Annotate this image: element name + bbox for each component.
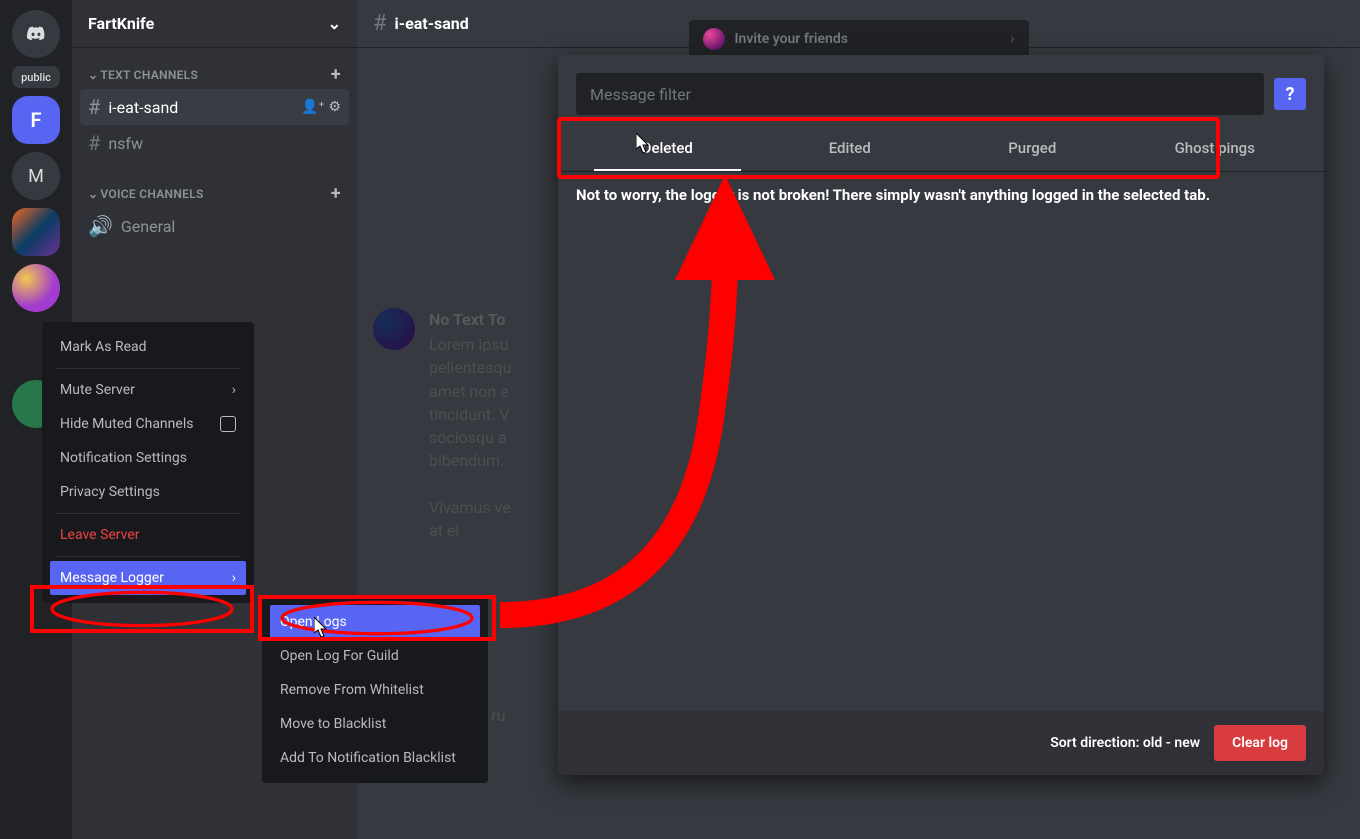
caret-down-icon: ⌄ <box>88 68 98 82</box>
logger-tabs: Deleted Edited Purged Ghost pings <box>558 129 1324 172</box>
ctx-mark-as-read[interactable]: Mark As Read <box>50 330 246 364</box>
add-voice-channel-button[interactable]: + <box>331 183 341 204</box>
server-context-menu: Mark As Read Mute Server› Hide Muted Cha… <box>42 322 254 603</box>
caret-down-icon: ⌄ <box>88 187 98 201</box>
sub-open-log-guild[interactable]: Open Log For Guild <box>270 639 480 673</box>
hash-icon: # <box>373 11 387 36</box>
sub-add-notification-blacklist[interactable]: Add To Notification Blacklist <box>270 741 480 775</box>
tab-deleted[interactable]: Deleted <box>576 129 759 171</box>
invite-icon[interactable]: 👤⁺ <box>301 99 324 115</box>
hash-icon: # <box>88 131 100 155</box>
text-channels-header[interactable]: ⌄ TEXT CHANNELS + <box>80 60 349 89</box>
tab-edited[interactable]: Edited <box>759 129 942 171</box>
chevron-right-icon: › <box>1010 31 1014 47</box>
channel-title: i-eat-sand <box>395 14 469 33</box>
server-m[interactable]: M <box>12 152 60 200</box>
ctx-mute-server[interactable]: Mute Server› <box>50 373 246 407</box>
hash-icon: # <box>88 95 100 119</box>
voice-channels-header[interactable]: ⌄ VOICE CHANNELS + <box>80 179 349 208</box>
add-text-channel-button[interactable]: + <box>331 64 341 85</box>
server-fartknife[interactable]: F <box>12 96 60 144</box>
discord-home-button[interactable] <box>12 10 60 58</box>
message-logger-modal: ? Deleted Edited Purged Ghost pings Not … <box>558 55 1324 775</box>
sort-direction-label[interactable]: Sort direction: old - new <box>1050 735 1200 751</box>
sub-open-logs[interactable]: Open Logs <box>270 605 480 639</box>
chevron-right-icon: › <box>232 382 236 398</box>
tab-ghost-pings[interactable]: Ghost pings <box>1124 129 1307 171</box>
checkbox-icon <box>220 416 236 432</box>
speaker-icon: 🔊 <box>88 214 113 238</box>
ctx-notification-settings[interactable]: Notification Settings <box>50 441 246 475</box>
public-badge[interactable]: public <box>12 66 60 88</box>
clear-log-button[interactable]: Clear log <box>1214 725 1306 761</box>
channel-nsfw[interactable]: # nsfw <box>80 125 349 161</box>
server-header[interactable]: FartKnife ⌄ <box>72 0 357 48</box>
discord-icon <box>26 24 46 44</box>
avatar[interactable] <box>373 308 415 350</box>
empty-log-message: Not to worry, the logger is not broken! … <box>576 186 1306 204</box>
server-name: FartKnife <box>88 14 154 33</box>
message-author: No Text To <box>429 308 511 331</box>
sub-remove-whitelist[interactable]: Remove From Whitelist <box>270 673 480 707</box>
ctx-message-logger[interactable]: Message Logger› <box>50 561 246 595</box>
chevron-right-icon: › <box>232 570 236 586</box>
server-icon-1[interactable] <box>12 208 60 256</box>
channel-i-eat-sand[interactable]: # i-eat-sand 👤⁺ ⚙ <box>80 89 349 125</box>
message-filter-input[interactable] <box>576 73 1264 115</box>
ctx-hide-muted-channels[interactable]: Hide Muted Channels <box>50 407 246 441</box>
chevron-down-icon: ⌄ <box>328 14 341 33</box>
tab-purged[interactable]: Purged <box>941 129 1124 171</box>
ctx-leave-server[interactable]: Leave Server <box>50 518 246 552</box>
ctx-privacy-settings[interactable]: Privacy Settings <box>50 475 246 509</box>
help-button[interactable]: ? <box>1274 78 1306 110</box>
invite-orb-icon <box>703 28 725 50</box>
sub-move-blacklist[interactable]: Move to Blacklist <box>270 707 480 741</box>
message-logger-submenu: Open Logs Open Log For Guild Remove From… <box>262 597 488 783</box>
voice-general[interactable]: 🔊 General <box>80 208 349 244</box>
gear-icon[interactable]: ⚙ <box>328 99 341 115</box>
server-icon-2[interactable] <box>12 264 60 312</box>
